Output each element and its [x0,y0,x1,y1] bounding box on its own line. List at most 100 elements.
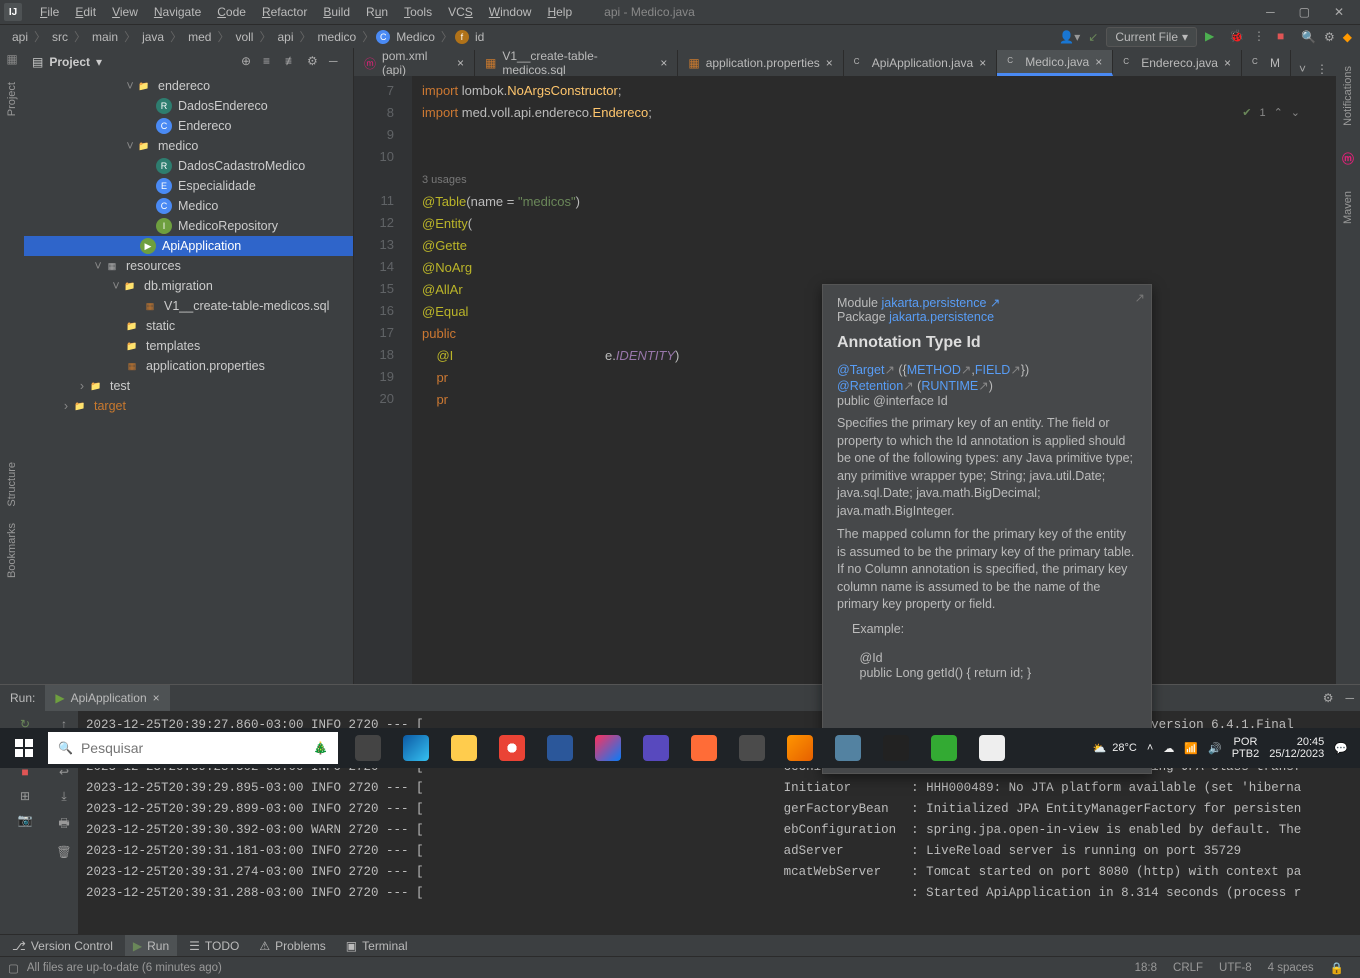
menu-navigate[interactable]: Navigate [146,5,209,19]
tree-dadoscadastro[interactable]: DadosCadastroMedico [178,159,305,173]
tab-dropdown-icon[interactable]: ˅ [1299,62,1306,76]
structure-tool-tab[interactable]: Structure [6,462,18,507]
tree-static[interactable]: static [146,319,175,333]
tab-pom[interactable]: ⓜpom.xml (api)× [354,50,475,76]
tab-apiapp[interactable]: CApiApplication.java× [844,50,997,76]
bt-terminal[interactable]: ▣Terminal [338,935,416,956]
run-camera-icon[interactable]: 📷 [18,813,33,827]
vcs-update-icon[interactable]: ↙ [1088,30,1098,44]
crumb-java[interactable]: java [138,30,168,44]
settings-gear-icon[interactable]: ⚙ [307,54,323,70]
external-link-icon[interactable]: ↗ [990,296,1000,310]
select-target-icon[interactable]: ⊕ [241,54,257,70]
tree-dbmigration[interactable]: db.migration [144,279,213,293]
tb-sublime[interactable] [732,728,772,768]
tab-close-icon[interactable]: × [457,56,464,70]
tree-target[interactable]: target [94,399,126,413]
print-icon[interactable]: 🖶 [58,814,69,835]
close-icon[interactable]: ✕ [1334,5,1344,19]
lock-icon[interactable]: 🔒 [1322,961,1352,975]
search-input[interactable] [81,740,305,756]
menu-build[interactable]: Build [315,5,358,19]
tab-close-icon[interactable]: × [1095,55,1102,69]
crumb-apipkg[interactable]: api [274,30,298,44]
menu-edit[interactable]: Edit [67,5,104,19]
start-button[interactable] [0,728,48,768]
tb-app1[interactable] [876,728,916,768]
tree-templates[interactable]: templates [146,339,200,353]
status-indent[interactable]: 4 spaces [1260,962,1322,974]
tray-up-icon[interactable]: ˄ [1147,742,1153,754]
task-view-icon[interactable] [348,728,388,768]
menu-code[interactable]: Code [209,5,254,19]
tray-wifi-icon[interactable]: 📶 [1184,742,1198,755]
menu-file[interactable]: File [32,5,67,19]
tray-notifications-icon[interactable]: 💬 [1334,742,1348,755]
doc-open-icon[interactable]: ↗ [1135,290,1145,305]
run-hide-icon[interactable]: ─ [1339,691,1360,705]
menu-tools[interactable]: Tools [396,5,440,19]
stop-button[interactable]: ■ [1277,29,1293,45]
tb-notes[interactable] [972,728,1012,768]
project-tool-tab[interactable]: Project [6,82,18,116]
minimize-icon[interactable]: ─ [1266,5,1275,19]
doc-field-link[interactable]: FIELD [975,363,1010,377]
tree-dadosendereco[interactable]: DadosEndereco [178,99,268,113]
bt-todo[interactable]: ☰TODO [181,935,247,956]
project-tool-icon[interactable]: ▦ [6,52,17,66]
settings-icon[interactable]: ⚙ [1324,30,1335,44]
crumb-src[interactable]: src [48,30,72,44]
expand-icon[interactable]: ≡ [263,54,279,70]
notifications-tab[interactable]: Notifications [1342,66,1354,126]
tab-medico[interactable]: CMedico.java× [997,50,1113,76]
status-position[interactable]: 18:8 [1127,962,1165,974]
menu-help[interactable]: Help [539,5,580,19]
tb-word[interactable] [540,728,580,768]
tree-endereco-cls[interactable]: Endereco [178,119,232,133]
menu-vcs[interactable]: VCS [440,5,481,19]
collapse-icon[interactable]: ≢ [285,54,301,70]
run-tab-apiapp[interactable]: ▶ApiApplication× [45,685,169,711]
tree-medico-cls[interactable]: Medico [178,199,218,213]
chevron-down-icon[interactable]: ▾ [96,55,102,69]
project-tree[interactable]: ˅📁endereco RDadosEndereco CEndereco ˅📁me… [24,76,353,684]
search-icon[interactable]: 🔍 [1301,30,1316,44]
tray-sound-icon[interactable]: 🔊 [1208,742,1222,755]
tab-sql[interactable]: ▦V1__create-table-medicos.sql× [475,50,678,76]
crumb-med[interactable]: med [184,30,215,44]
tab-close-icon[interactable]: × [979,56,986,70]
menu-run[interactable]: Run [358,5,396,19]
user-icon[interactable]: 👤▾ [1059,30,1080,44]
tray-cloud-icon[interactable]: ☁ [1163,742,1174,755]
bookmarks-tool-tab[interactable]: Bookmarks [6,523,18,578]
tray-lang[interactable]: PORPTB2 [1232,736,1260,760]
weather-widget[interactable]: ⛅28°C [1093,742,1137,755]
tree-test[interactable]: test [110,379,130,393]
doc-target-link[interactable]: @Target [837,363,884,377]
scroll-end-icon[interactable]: ⤓ [61,789,66,804]
doc-runtime-link[interactable]: RUNTIME [921,379,978,393]
ide-icon[interactable]: ◆ [1343,30,1352,44]
maven-tab[interactable]: Maven [1342,191,1354,224]
crumb-api[interactable]: api [8,30,32,44]
menu-view[interactable]: View [104,5,146,19]
doc-module-link[interactable]: jakarta.persistence [881,296,986,310]
tree-appprops[interactable]: application.properties [146,359,265,373]
run-button[interactable]: ▶ [1205,29,1221,45]
tree-v1sql[interactable]: V1__create-table-medicos.sql [164,299,329,313]
more-run-icon[interactable]: ⋮ [1253,29,1269,45]
tab-props[interactable]: ▦application.properties× [678,50,843,76]
tree-medico[interactable]: medico [158,139,198,153]
project-view-icon[interactable]: ▤ [32,55,43,69]
tree-medicorepo[interactable]: MedicoRepository [178,219,278,233]
tree-apiapplication[interactable]: ApiApplication [162,239,241,253]
crumb-main[interactable]: main [88,30,122,44]
tb-intellij[interactable] [588,728,628,768]
maximize-icon[interactable]: ▢ [1299,5,1310,19]
tb-edge[interactable] [396,728,436,768]
menu-window[interactable]: Window [481,5,540,19]
tab-more-icon[interactable]: ⋮ [1316,62,1328,76]
tb-firefox[interactable] [780,728,820,768]
tree-resources[interactable]: resources [126,259,181,273]
bt-vcs[interactable]: ⎇Version Control [4,935,121,956]
